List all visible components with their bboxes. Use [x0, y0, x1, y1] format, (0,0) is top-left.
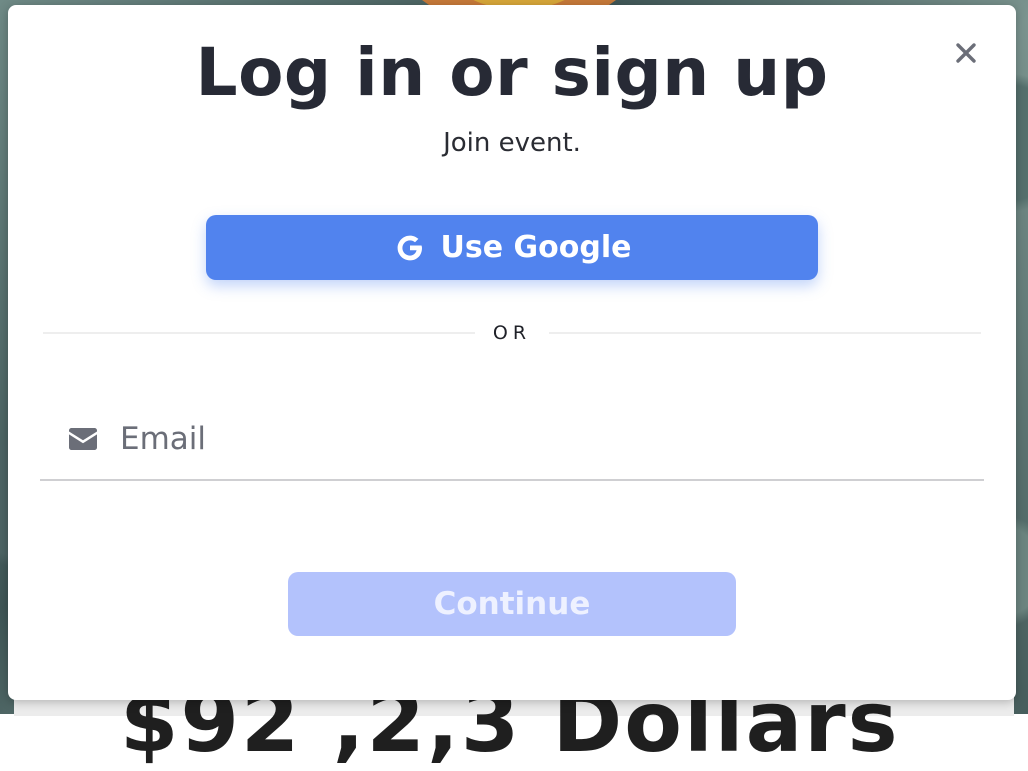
continue-label: Continue [433, 586, 591, 622]
continue-button[interactable]: Continue [288, 572, 736, 636]
divider-line-left [43, 332, 475, 334]
envelope-icon [68, 426, 100, 452]
or-divider: OR [43, 321, 981, 345]
email-input[interactable] [120, 417, 920, 461]
divider-line-right [549, 332, 981, 334]
divider-label: OR [492, 322, 532, 344]
google-login-label: Use Google [440, 230, 632, 265]
google-login-button[interactable]: Use Google [206, 215, 818, 280]
modal-subtitle: Join event. [443, 128, 581, 158]
email-field[interactable] [40, 399, 984, 481]
modal-title: Log in or sign up [195, 34, 829, 111]
google-g-icon [393, 231, 427, 265]
login-modal: Log in or sign up Join event. Use Google… [8, 5, 1016, 700]
